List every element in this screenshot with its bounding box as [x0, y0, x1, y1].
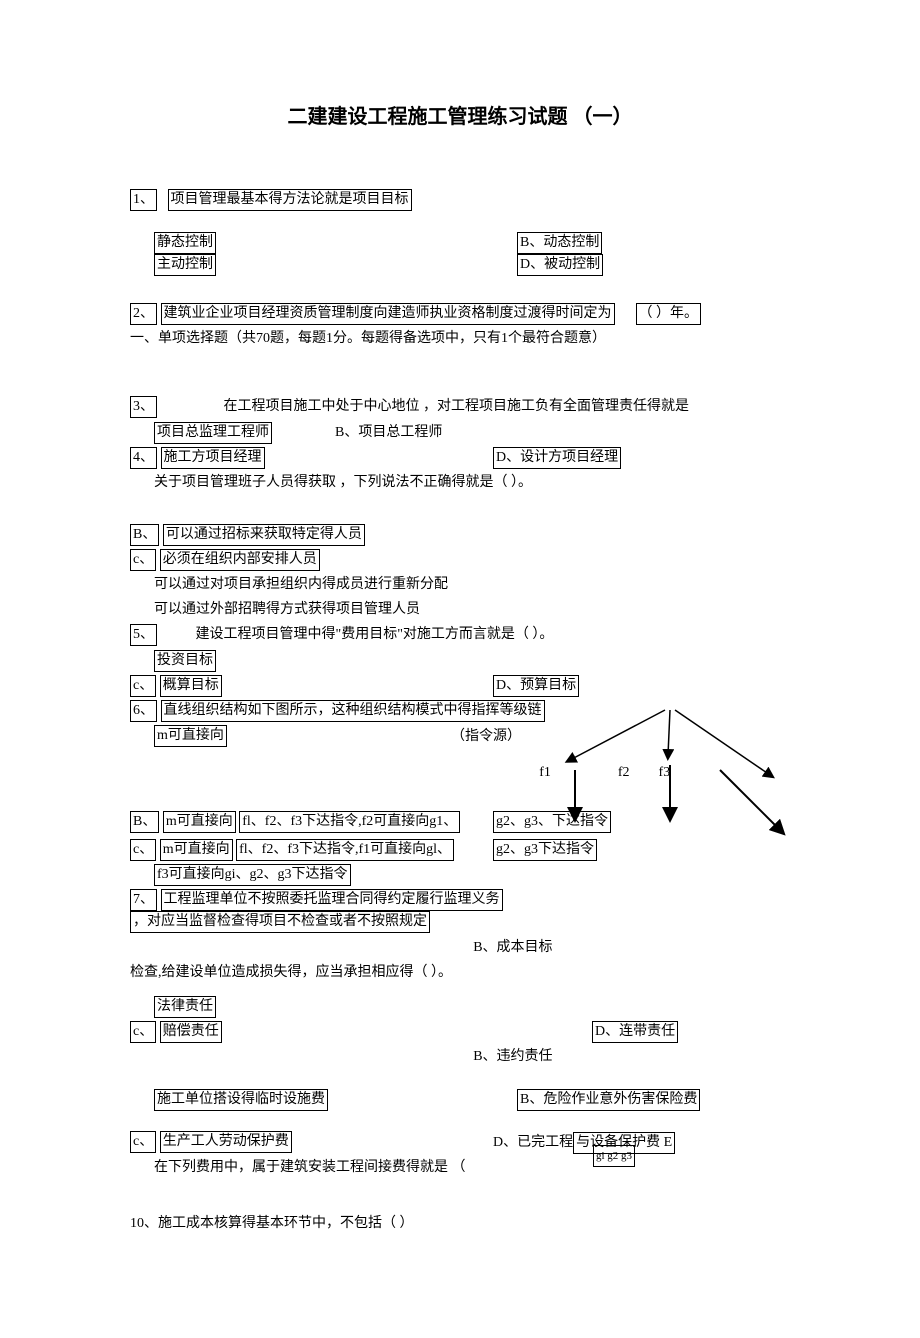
q4-c2: 可以通过对项目承担组织内得成员进行重新分配	[154, 574, 790, 596]
q7-a: 法律责任	[154, 996, 216, 1018]
q7-text: 工程监理单位不按照委托监理合同得约定履行监理义务	[161, 889, 503, 911]
q1-c: 主动控制	[154, 254, 216, 276]
q3-cnum: 4、	[130, 447, 157, 469]
q3-c: 施工方项目经理	[161, 447, 265, 469]
q1-line: 1、 项目管理最基本得方法论就是项目目标	[130, 189, 790, 211]
exam-page: 二建建设工程施工管理练习试题 （一） 1、 项目管理最基本得方法论就是项目目标 …	[0, 0, 920, 1338]
q6-f2: f2	[618, 765, 630, 780]
q6-num: 6、	[130, 700, 157, 722]
q6-cright: g2、g3下达指令	[493, 839, 597, 861]
q10: 10、施工成本核算得基本环节中，不包括（ ）	[130, 1213, 790, 1235]
q7-b: B、成本目标	[130, 937, 790, 959]
q6-bm: m可直接向	[163, 811, 236, 833]
q6-cnum-box: c、	[130, 839, 156, 861]
q2-num: 2、	[130, 303, 157, 325]
q7-text2: ，对应当监督检查得项目不检查或者不按照规定	[130, 911, 430, 933]
q3-b: B、项目总工程师	[335, 425, 442, 440]
q4-b: B、 可以通过招标来获取特定得人员	[130, 524, 790, 546]
q7-tail: 检查,给建设单位造成损失得，应当承担相应得（ ）。	[130, 962, 790, 984]
q9-c: 生产工人劳动保护费	[160, 1131, 292, 1153]
q1-a: 静态控制	[154, 232, 216, 254]
q9-a: 施工单位搭设得临时设施费	[154, 1089, 328, 1111]
q4-cnum: c、	[130, 549, 156, 571]
q4-c: c、 必须在组织内部安排人员	[130, 549, 790, 571]
q5-line: 5、 建设工程项目管理中得"费用目标"对施工方而言就是（ ）。	[130, 624, 790, 646]
q6-btext: fl、f2、f3下达指令,f2可直接向g1、	[239, 811, 460, 833]
q3-tail: 关于项目管理班子人员得获取 ，下列说法不正确得就是（ ）。	[154, 472, 790, 494]
q6-row-c: c、 m可直接向 fl、f2、f3下达指令,f1可直接向gl、 g2、g3下达指…	[130, 839, 790, 861]
q6-ctext: fl、f2、f3下达指令,f1可直接向gl、	[236, 839, 454, 861]
q2-line: 2、 建筑业企业项目经理资质管理制度向建造师执业资格制度过渡得时间定为 （ ）年…	[130, 303, 790, 325]
q5-a: 投资目标	[154, 650, 216, 672]
q4-btext: 可以通过招标来获取特定得人员	[163, 524, 365, 546]
q6-ctail: f3可直接向gi、g2、g3下达指令	[154, 864, 351, 886]
q2-sub: 一、单项选择题（共70题，每题1分。每题得备选项中，只有1个最符合题意）	[130, 328, 790, 350]
q3-text: 在工程项目施工中处于中心地位 ，对工程项目施工负有全面管理责任得就是	[224, 400, 690, 415]
q3-d: D、设计方项目经理	[493, 447, 621, 469]
q6-line: 6、 直线组织结构如下图所示，这种组织结构模式中得指挥等级链	[130, 700, 790, 722]
q7-d: D、连带责任	[592, 1021, 678, 1043]
q1-d: D、被动控制	[517, 254, 603, 276]
q4-ctext: 必须在组织内部安排人员	[160, 549, 320, 571]
q6-wrap: 6、 直线组织结构如下图所示，这种组织结构模式中得指挥等级链 m可直接向 （指令…	[130, 700, 790, 886]
q4-bnum: B、	[130, 524, 159, 546]
q6-m: m可直接向	[154, 725, 227, 747]
q6-cm: m可直接向	[160, 839, 233, 861]
q7-c: 赔偿责任	[160, 1021, 222, 1043]
q3-num: 3、	[130, 396, 157, 418]
q6-bnum: B、	[130, 811, 159, 833]
q7-b2: B、违约责任	[130, 1046, 790, 1068]
q7-num: 7、	[130, 889, 157, 911]
q6-row-b: B、 m可直接向 fl、f2、f3下达指令,f2可直接向g1、 g2、g3、下达…	[130, 811, 790, 833]
exam-title: 二建建设工程施工管理练习试题 （一）	[130, 100, 790, 129]
q5-num: 5、	[130, 624, 157, 646]
q3-a: 项目总监理工程师	[154, 422, 272, 444]
q6-text: 直线组织结构如下图所示，这种组织结构模式中得指挥等级链	[161, 700, 545, 722]
q5-d: D、预算目标	[493, 675, 579, 697]
q9-b: B、危险作业意外伤害保险费	[517, 1089, 700, 1111]
q9-d: D、已完工程	[493, 1135, 573, 1150]
q1-num: 1、	[130, 189, 157, 211]
q2-blank: （ ）年。	[636, 303, 702, 325]
q9-tail: 在下列费用中，属于建筑安装工程间接费得就是 （	[154, 1157, 790, 1179]
q9-cnum: c、	[130, 1131, 156, 1153]
q3-row-ab: 项目总监理工程师 B、项目总工程师	[154, 422, 790, 444]
q7-cnum: c、	[130, 1021, 156, 1043]
q5-c: 概算目标	[160, 675, 222, 697]
q6-f1: f1	[539, 765, 551, 780]
q1-b: B、动态控制	[517, 232, 602, 254]
q6-f3: f3	[659, 765, 671, 780]
q1-text: 项目管理最基本得方法论就是项目目标	[168, 189, 412, 211]
q5-cnum: c、	[130, 675, 156, 697]
q4-c3: 可以通过外部招聘得方式获得项目管理人员	[154, 599, 790, 621]
q3-line: 3、 在工程项目施工中处于中心地位 ，对工程项目施工负有全面管理责任得就是	[130, 396, 790, 418]
q6-bright: g2、g3、下达指令	[493, 811, 611, 833]
q7-line: 7、 工程监理单位不按照委托监理合同得约定履行监理义务 ，对应当监督检查得项目不…	[130, 889, 790, 933]
q2-text: 建筑业企业项目经理资质管理制度向建造师执业资格制度过渡得时间定为	[161, 303, 615, 325]
q5-text: 建设工程项目管理中得"费用目标"对施工方而言就是（ ）。	[196, 628, 554, 643]
q6-src: （指令源）	[451, 729, 521, 744]
